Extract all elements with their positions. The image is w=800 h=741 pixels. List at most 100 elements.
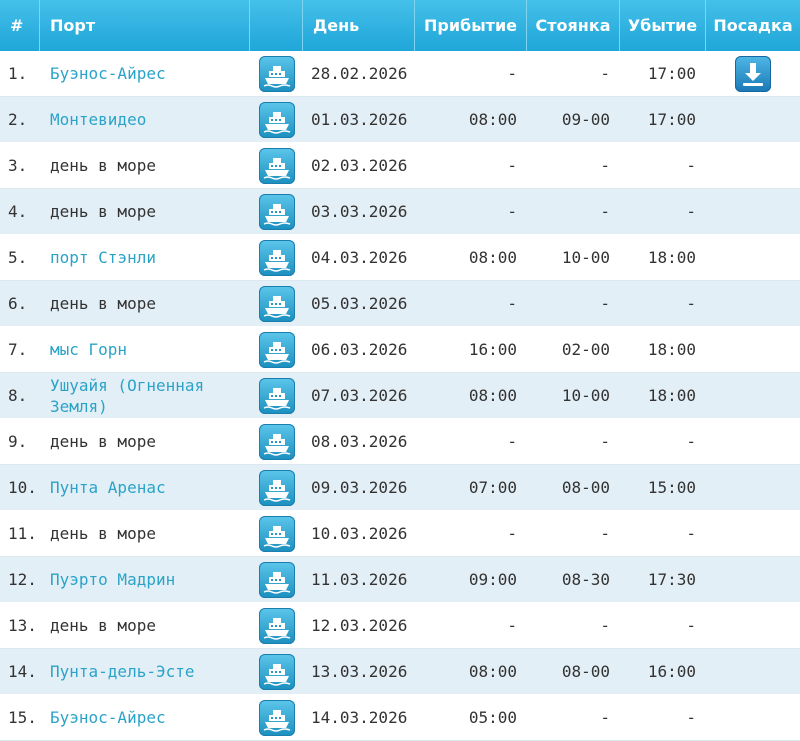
- table-row: 12. Пуэрто Мадрин 11.03.2026 09:00 08-30 17:3…: [0, 557, 800, 603]
- ship-icon[interactable]: [258, 101, 295, 138]
- ship-icon[interactable]: [258, 55, 295, 92]
- header-day: День: [303, 0, 415, 51]
- port-cell: порт Стэнли: [40, 235, 250, 281]
- row-number: 3.: [0, 143, 40, 189]
- arrival-cell: -: [415, 143, 527, 189]
- date-cell: 12.03.2026: [303, 603, 415, 649]
- row-number: 15.: [0, 695, 40, 741]
- header-icon: [250, 0, 303, 51]
- departure-cell: 15:00: [620, 465, 706, 511]
- ship-icon[interactable]: [258, 423, 295, 460]
- arrival-cell: 08:00: [415, 649, 527, 695]
- row-number: 7.: [0, 327, 40, 373]
- date-cell: 09.03.2026: [303, 465, 415, 511]
- ship-icon[interactable]: [258, 331, 295, 368]
- port-text: день в море: [50, 432, 156, 451]
- port-text: день в море: [50, 524, 156, 543]
- header-boarding: Посадка: [706, 0, 800, 51]
- arrival-cell: -: [415, 419, 527, 465]
- port-cell: Пунта-дель-Эсте: [40, 649, 250, 695]
- table-row: 1. Буэнос-Айрес 28.02.2026- -17:00: [0, 51, 800, 97]
- ship-cell: [250, 327, 303, 373]
- row-number: 12.: [0, 557, 40, 603]
- stay-cell: 08-00: [527, 649, 620, 695]
- stay-cell: -: [527, 281, 620, 327]
- port-link[interactable]: Буэнос-Айрес: [50, 708, 166, 727]
- departure-cell: -: [620, 695, 706, 741]
- departure-cell: 16:00: [620, 649, 706, 695]
- port-link[interactable]: Пунта-дель-Эсте: [50, 662, 195, 681]
- departure-cell: 18:00: [620, 235, 706, 281]
- ship-cell: [250, 143, 303, 189]
- port-cell: день в море: [40, 511, 250, 557]
- port-link[interactable]: Буэнос-Айрес: [50, 64, 166, 83]
- ship-icon[interactable]: [258, 239, 295, 276]
- table-row: 10. Пунта Аренас 09.03.2026 07:00 08-00 15:00: [0, 465, 800, 511]
- port-cell: день в море: [40, 419, 250, 465]
- port-cell: Пуэрто Мадрин: [40, 557, 250, 603]
- departure-cell: 18:00: [620, 327, 706, 373]
- ship-icon[interactable]: [258, 147, 295, 184]
- row-number: 1.: [0, 51, 40, 97]
- date-cell: 13.03.2026: [303, 649, 415, 695]
- port-link[interactable]: Монтевидео: [50, 110, 146, 129]
- departure-cell: 18:00: [620, 373, 706, 419]
- date-cell: 04.03.2026: [303, 235, 415, 281]
- boarding-cell: [706, 649, 800, 695]
- row-number: 10.: [0, 465, 40, 511]
- departure-cell: -: [620, 281, 706, 327]
- port-link[interactable]: Ушуайя (Огненная Земля): [50, 376, 204, 416]
- ship-icon[interactable]: [258, 285, 295, 322]
- ship-cell: [250, 511, 303, 557]
- arrival-cell: 16:00: [415, 327, 527, 373]
- ship-cell: [250, 235, 303, 281]
- stay-cell: -: [527, 143, 620, 189]
- arrival-cell: 07:00: [415, 465, 527, 511]
- arrival-cell: -: [415, 189, 527, 235]
- ship-icon[interactable]: [258, 515, 295, 552]
- header-stay: Стоянка: [527, 0, 620, 51]
- ship-icon[interactable]: [258, 607, 295, 644]
- ship-icon[interactable]: [258, 653, 295, 690]
- ship-icon[interactable]: [258, 193, 295, 230]
- ship-cell: [250, 189, 303, 235]
- date-cell: 05.03.2026: [303, 281, 415, 327]
- table-row: 14. Пунта-дель-Эсте 13.03.2026 08:00 08-00 16…: [0, 649, 800, 695]
- boarding-cell: [706, 557, 800, 603]
- ship-icon[interactable]: [258, 699, 295, 736]
- row-number: 5.: [0, 235, 40, 281]
- port-link[interactable]: порт Стэнли: [50, 248, 156, 267]
- table-row: 8. Ушуайя (Огненная Земля) 07.03.2026 08:00…: [0, 373, 800, 419]
- ship-cell: [250, 373, 303, 419]
- row-number: 9.: [0, 419, 40, 465]
- itinerary-table: # Порт День Прибытие Стоянка Убытие Поса…: [0, 0, 800, 741]
- departure-cell: -: [620, 189, 706, 235]
- stay-cell: 09-00: [527, 97, 620, 143]
- boarding-cell: [706, 465, 800, 511]
- download-icon[interactable]: [735, 55, 771, 92]
- ship-icon[interactable]: [258, 377, 295, 414]
- date-cell: 28.02.2026: [303, 51, 415, 97]
- port-link[interactable]: Пуэрто Мадрин: [50, 570, 175, 589]
- table-row: 6. день в море 05.03.2026- - -: [0, 281, 800, 327]
- ship-cell: [250, 97, 303, 143]
- ship-cell: [250, 649, 303, 695]
- boarding-cell: [706, 695, 800, 741]
- arrival-cell: -: [415, 281, 527, 327]
- row-number: 6.: [0, 281, 40, 327]
- table-header-row: # Порт День Прибытие Стоянка Убытие Поса…: [0, 0, 800, 51]
- ship-icon[interactable]: [258, 469, 295, 506]
- stay-cell: -: [527, 51, 620, 97]
- table-row: 3. день в море 02.03.2026- - -: [0, 143, 800, 189]
- port-link[interactable]: Пунта Аренас: [50, 478, 166, 497]
- row-number: 2.: [0, 97, 40, 143]
- arrival-cell: 08:00: [415, 235, 527, 281]
- table-row: 11. день в море 10.03.2026- - -: [0, 511, 800, 557]
- port-text: день в море: [50, 156, 156, 175]
- port-link[interactable]: мыс Горн: [50, 340, 127, 359]
- header-port: Порт: [40, 0, 250, 51]
- ship-icon[interactable]: [258, 561, 295, 598]
- date-cell: 01.03.2026: [303, 97, 415, 143]
- stay-cell: 08-30: [527, 557, 620, 603]
- boarding-cell: [706, 603, 800, 649]
